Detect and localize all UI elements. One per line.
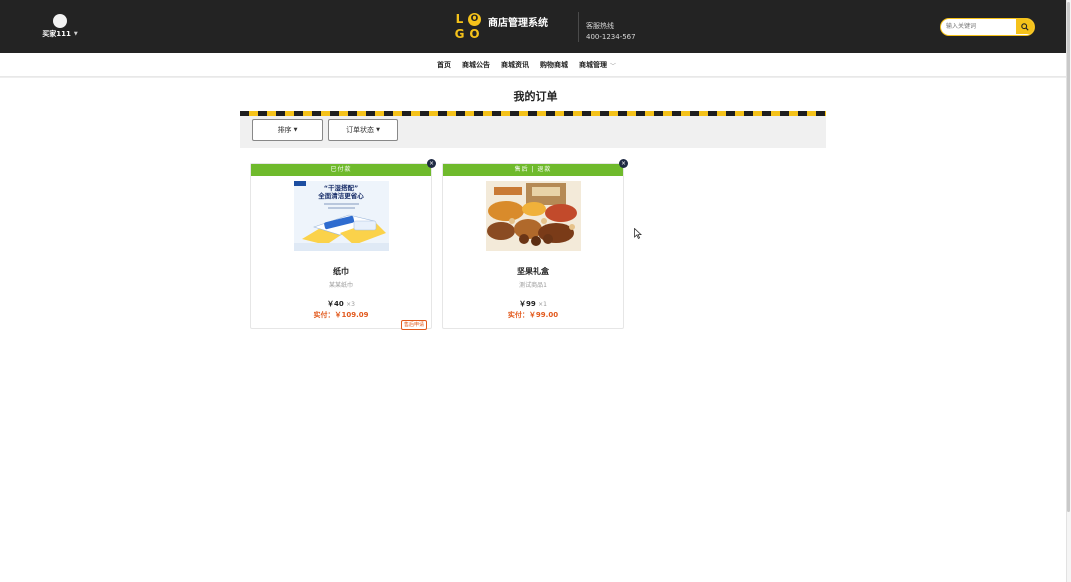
order-status-dropdown[interactable]: 订单状态 ▼ bbox=[328, 119, 398, 141]
caret-down-icon: ▼ bbox=[293, 127, 298, 133]
product-quantity: ×3 bbox=[346, 301, 356, 308]
sort-label: 排序 bbox=[277, 126, 292, 134]
logo-letter: O bbox=[469, 27, 480, 41]
price-value: ￥99 bbox=[518, 300, 536, 308]
after-sale-button[interactable]: 售后申请 bbox=[400, 320, 427, 330]
search-button[interactable] bbox=[1016, 19, 1034, 34]
site-title: 商店管理系统 bbox=[488, 18, 548, 29]
nav-item-news[interactable]: 商城资讯 bbox=[501, 60, 529, 70]
order-card[interactable]: 售后 | 退款 × 坚果礼盒 测试商品1 ￥99 ×1 实付：￥99.00 bbox=[442, 159, 628, 329]
close-icon[interactable]: × bbox=[427, 159, 436, 168]
filter-bar: 排序 ▼ 订单状态 ▼ bbox=[240, 116, 826, 148]
search-input[interactable] bbox=[941, 19, 1017, 34]
hotline-label: 客服热线 bbox=[586, 22, 614, 30]
chevron-down-icon: ﹀ bbox=[610, 62, 617, 70]
nav-item-home[interactable]: 首页 bbox=[437, 60, 451, 70]
hotline-number: 400-1234-567 bbox=[586, 33, 636, 41]
price-value: ￥40 bbox=[326, 300, 344, 308]
sort-dropdown[interactable]: 排序 ▼ bbox=[252, 119, 323, 141]
product-price: ￥99 ×1 bbox=[443, 299, 623, 309]
nav-item-announcements[interactable]: 商城公告 bbox=[462, 60, 490, 70]
logo-letter: O bbox=[468, 13, 481, 26]
logo-letter: L bbox=[455, 12, 464, 26]
close-icon[interactable]: × bbox=[619, 159, 628, 168]
paid-amount: 实付：￥99.00 bbox=[507, 311, 559, 319]
user-menu[interactable]: 买家111 ▼ bbox=[40, 14, 80, 39]
tissue-product-image[interactable]: “干湿搭配” 全面清洁更省心 bbox=[294, 181, 389, 251]
top-header: 买家111 ▼ L O G O 商店管理系统 客服热线 400-1234-567 bbox=[0, 0, 1071, 53]
username[interactable]: 买家111 bbox=[42, 29, 71, 39]
order-status-label: 订单状态 bbox=[346, 126, 375, 134]
product-quantity: ×1 bbox=[538, 301, 548, 308]
header-divider bbox=[578, 12, 579, 42]
search-box bbox=[940, 18, 1035, 36]
order-status-badge: 已付款 bbox=[251, 164, 431, 176]
order-card[interactable]: 已付款 × “干湿搭配” 全面清洁更省心 纸巾 某某纸巾 ￥40 ×3 实付：￥… bbox=[250, 159, 436, 330]
nav-item-management-label: 商城管理 bbox=[579, 61, 607, 69]
main-nav: 首页 商城公告 商城资讯 购物商城 商城管理 ﹀ bbox=[0, 53, 1071, 77]
product-subtitle: 测试商品1 bbox=[519, 282, 547, 289]
paid-amount: 实付：￥109.09 bbox=[313, 311, 369, 319]
product-price: ￥40 ×3 bbox=[251, 299, 431, 309]
page-title: 我的订单 bbox=[513, 90, 558, 103]
nav-item-management[interactable]: 商城管理 ﹀ bbox=[579, 60, 616, 70]
caret-down-icon[interactable]: ▼ bbox=[74, 31, 78, 37]
logo[interactable]: L O G O bbox=[453, 13, 483, 43]
mouse-cursor-icon bbox=[634, 228, 642, 239]
tissue-ad-text: “干湿搭配” bbox=[324, 183, 359, 192]
nut-gift-box-image[interactable] bbox=[486, 181, 581, 251]
nav-item-shop[interactable]: 购物商城 bbox=[540, 60, 568, 70]
order-status-badge: 售后 | 退款 bbox=[443, 164, 623, 176]
nav-divider bbox=[0, 77, 1071, 78]
product-name[interactable]: 纸巾 bbox=[251, 266, 431, 277]
logo-letter: G bbox=[454, 27, 465, 41]
search-icon[interactable] bbox=[1021, 22, 1029, 31]
caret-down-icon: ▼ bbox=[376, 127, 380, 133]
product-subtitle: 某某纸巾 bbox=[328, 282, 353, 289]
product-name[interactable]: 坚果礼盒 bbox=[443, 266, 623, 277]
avatar[interactable] bbox=[53, 14, 67, 28]
tissue-ad-text: 全面清洁更省心 bbox=[317, 191, 364, 200]
scrollbar-thumb[interactable] bbox=[1067, 2, 1070, 512]
